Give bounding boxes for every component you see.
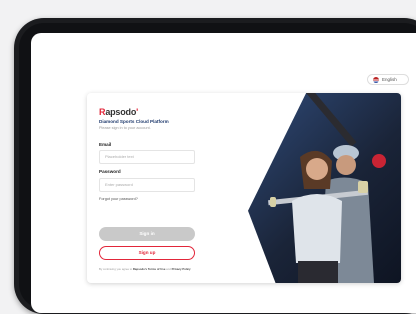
email-label: Email (99, 142, 112, 147)
signin-button[interactable]: Sign in (99, 227, 195, 241)
login-card: Rapsodo' Diamond Sports Cloud Platform P… (87, 93, 401, 283)
password-field[interactable]: Enter password (99, 178, 195, 192)
terms-text: By continuing you agree to Rapsodo's Ter… (99, 267, 191, 271)
language-selector[interactable]: English (367, 74, 409, 85)
language-label: English (382, 77, 397, 82)
signup-button[interactable]: Sign up (99, 246, 195, 260)
platform-title: Diamond Sports Cloud Platform (99, 119, 169, 124)
tablet-screen: English Rapsodo' Diamond Sports Cloud Pl… (31, 33, 416, 313)
forgot-password-link[interactable]: Forgot your password? (99, 197, 138, 201)
email-field[interactable]: Placeholder text (99, 150, 195, 164)
password-label: Password (99, 169, 121, 174)
signin-hint: Please sign in to your account. (99, 126, 151, 130)
us-flag-icon (373, 76, 379, 83)
terms-link[interactable]: Rapsodo's Terms of Use (133, 267, 165, 271)
tablet-bezel: English Rapsodo' Diamond Sports Cloud Pl… (19, 23, 416, 313)
rapsodo-logo: Rapsodo' (99, 107, 139, 117)
privacy-link[interactable]: Privacy Policy (172, 267, 191, 271)
tablet-frame: English Rapsodo' Diamond Sports Cloud Pl… (14, 18, 416, 314)
athletes-illustration (268, 93, 386, 283)
hero-image (248, 93, 401, 283)
